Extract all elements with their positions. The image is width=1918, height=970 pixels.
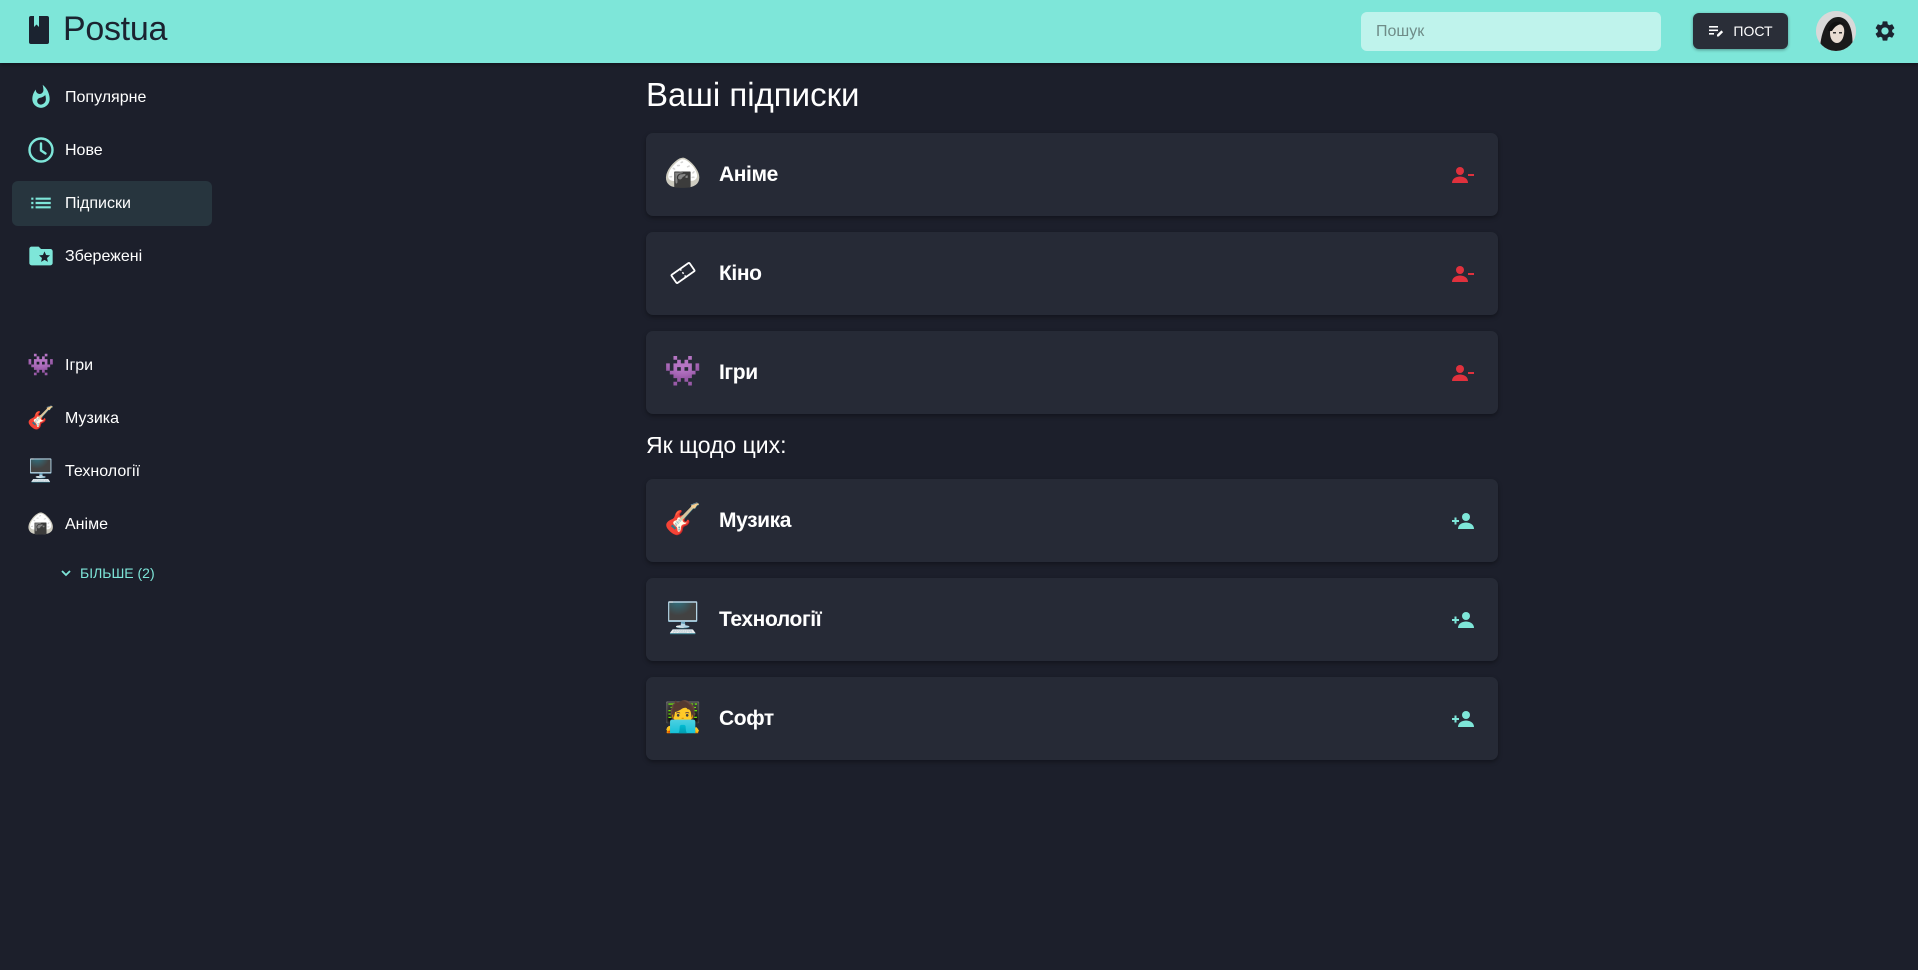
subscription-card[interactable]: Кіно <box>646 232 1498 315</box>
film-ticket-icon <box>666 256 700 290</box>
guitar-icon: 🎸 <box>664 503 702 536</box>
unsubscribe-button[interactable] <box>1450 261 1476 287</box>
suggestion-card[interactable]: 🎸 Музика <box>646 479 1498 562</box>
sidebar-item-popular[interactable]: Популярне <box>12 75 212 120</box>
guitar-icon: 🎸 <box>27 405 55 430</box>
sidebar-item-label: Музика <box>65 410 120 427</box>
clock-icon <box>27 136 55 164</box>
community-name: Музика <box>719 509 792 532</box>
app-logo-text[interactable]: Postua <box>63 10 167 49</box>
suggestion-card[interactable]: 🖥️ Технології <box>646 578 1498 661</box>
rice-ball-icon: 🍙 <box>27 511 55 536</box>
sidebar-item-label: Аніме <box>65 516 108 533</box>
gear-icon[interactable] <box>1873 19 1897 43</box>
show-more-label: БІЛЬШЕ (2) <box>80 565 155 581</box>
sidebar-item-label: Нове <box>65 142 103 159</box>
search-input[interactable] <box>1361 12 1661 51</box>
technologist-icon: 🧑‍💻 <box>664 701 702 734</box>
community-name: Ігри <box>719 361 758 384</box>
alien-monster-icon: 👾 <box>664 355 702 388</box>
sidebar-item-subscriptions[interactable]: Підписки <box>12 181 212 226</box>
sidebar-item-music[interactable]: 🎸 Музика <box>12 396 212 441</box>
subscribe-button[interactable] <box>1450 607 1476 633</box>
chevron-down-icon <box>61 570 71 577</box>
sidebar-item-new[interactable]: Нове <box>12 128 212 173</box>
person-remove-icon <box>1452 266 1474 282</box>
sidebar-item-label: Підписки <box>65 195 131 212</box>
sidebar-item-saved[interactable]: Збережені <box>12 234 212 279</box>
sidebar-item-label: Технології <box>65 463 141 480</box>
subscription-card[interactable]: 👾 Ігри <box>646 331 1498 414</box>
person-add-icon <box>1452 711 1474 727</box>
person-add-icon <box>1452 513 1474 529</box>
desktop-computer-icon: 🖥️ <box>27 458 55 483</box>
person-remove-icon <box>1452 167 1474 183</box>
unsubscribe-button[interactable] <box>1450 360 1476 386</box>
folder-star-icon <box>27 242 55 270</box>
book-logo-icon <box>29 16 49 44</box>
desktop-computer-icon: 🖥️ <box>664 602 702 635</box>
top-app-bar: Postua ПОСТ <box>0 0 1918 63</box>
alien-monster-icon: 👾 <box>27 352 55 377</box>
rice-ball-icon: 🍙 <box>664 157 702 190</box>
create-post-label: ПОСТ <box>1733 23 1773 39</box>
sidebar-item-games[interactable]: 👾 Ігри <box>12 343 212 388</box>
user-avatar[interactable] <box>1816 11 1856 51</box>
community-name: Софт <box>719 707 774 730</box>
community-name: Кіно <box>719 262 762 285</box>
subscribe-button[interactable] <box>1450 508 1476 534</box>
edit-note-icon <box>1709 26 1724 37</box>
flame-icon <box>27 83 55 111</box>
sidebar-item-label: Ігри <box>65 357 94 374</box>
sidebar-item-technologies[interactable]: 🖥️ Технології <box>12 449 212 494</box>
subscribe-button[interactable] <box>1450 706 1476 732</box>
person-add-icon <box>1452 612 1474 628</box>
list-icon <box>27 189 55 217</box>
unsubscribe-button[interactable] <box>1450 162 1476 188</box>
sidebar-item-anime[interactable]: 🍙 Аніме <box>12 502 212 547</box>
sidebar-item-label: Збережені <box>65 248 143 265</box>
suggestion-card[interactable]: 🧑‍💻 Софт <box>646 677 1498 760</box>
subscription-card[interactable]: 🍙 Аніме <box>646 133 1498 216</box>
page-title: Ваші підписки <box>646 76 860 113</box>
community-name: Технології <box>719 608 822 631</box>
community-name: Аніме <box>719 163 778 186</box>
sidebar-item-label: Популярне <box>65 89 147 106</box>
show-more-toggle[interactable]: БІЛЬШЕ (2) <box>60 561 155 585</box>
person-remove-icon <box>1452 365 1474 381</box>
create-post-button[interactable]: ПОСТ <box>1693 13 1788 49</box>
suggestions-title: Як щодо цих: <box>646 432 787 458</box>
